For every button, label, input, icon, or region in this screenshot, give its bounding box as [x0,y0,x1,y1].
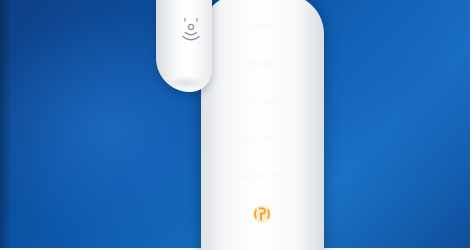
mode-white-label: white+ [247,58,278,69]
mode-clean-label: clean [250,21,275,32]
mode-tongue-care-label: tongue care [235,171,290,182]
left-shadow [0,0,12,248]
mode-gum-health-label: gum health [236,96,289,107]
product-photo: clean white+ gum health deep clean+ tong… [0,0,472,250]
toothbrush-head-rim [166,76,206,90]
smart-sensor-logo-icon [253,205,271,223]
mode-deep-clean-label: deep clean+ [234,133,291,144]
